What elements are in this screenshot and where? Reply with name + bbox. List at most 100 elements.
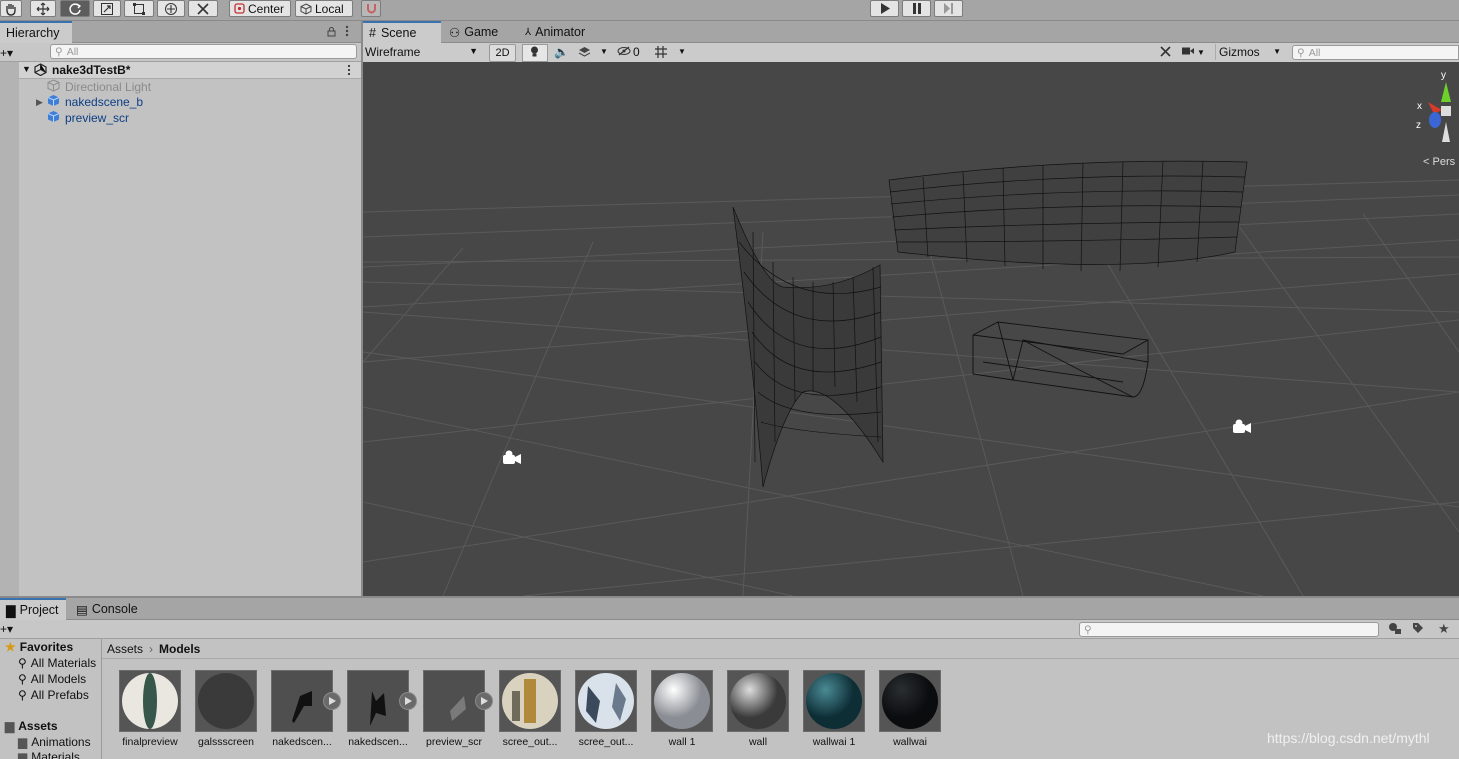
hierarchy-item-directional-light[interactable]: Directional Light bbox=[47, 79, 151, 95]
projection-label[interactable]: < Pers bbox=[1423, 156, 1455, 168]
asset-tile[interactable]: galssscreen bbox=[195, 670, 257, 748]
filter-type-icon[interactable] bbox=[1388, 622, 1402, 638]
asset-tile[interactable]: preview_scr bbox=[423, 670, 493, 748]
step-icon bbox=[944, 3, 953, 14]
rect-tool-button[interactable] bbox=[124, 0, 154, 17]
rotate-tool-button[interactable] bbox=[60, 0, 90, 17]
breadcrumb-models[interactable]: Models bbox=[159, 642, 200, 656]
axis-z-label: z bbox=[1416, 120, 1421, 131]
create-plus-icon[interactable]: +▾ bbox=[0, 622, 13, 636]
breadcrumb-assets[interactable]: Assets bbox=[107, 642, 143, 656]
project-search-input[interactable]: ⚲ bbox=[1079, 622, 1379, 637]
scene-menu-icon[interactable] bbox=[347, 64, 351, 79]
scale-tool-button[interactable] bbox=[93, 0, 121, 17]
asset-tile[interactable]: scree_out... bbox=[575, 670, 637, 748]
draw-mode-dropdown[interactable]: Wireframe ▼ bbox=[365, 44, 482, 60]
grid-toggle[interactable] bbox=[652, 44, 672, 60]
lock-icon[interactable] bbox=[327, 26, 336, 40]
asset-tile[interactable]: nakedscen... bbox=[271, 670, 341, 748]
tab-scene[interactable]: # Scene bbox=[363, 21, 441, 43]
custom-tool-button[interactable] bbox=[188, 0, 218, 17]
asset-tile[interactable]: nakedscen... bbox=[347, 670, 417, 748]
asset-thumbnail bbox=[575, 670, 637, 732]
folder-item-materials[interactable]: ▆ Materials bbox=[18, 750, 80, 759]
transform-tool-button[interactable] bbox=[157, 0, 185, 17]
favorite-item-all-models[interactable]: ⚲ All Models bbox=[18, 672, 86, 686]
favorite-label: All Prefabs bbox=[30, 688, 89, 702]
folder-label: Materials bbox=[31, 750, 80, 759]
expand-model-icon[interactable] bbox=[399, 692, 417, 710]
rotate-icon bbox=[69, 2, 82, 15]
hidden-objects-toggle[interactable]: 0 bbox=[617, 44, 649, 60]
tab-console-label: Console bbox=[91, 602, 138, 616]
orientation-gizmo[interactable]: y x z bbox=[1416, 70, 1459, 145]
pivot-center-toggle[interactable]: Center bbox=[229, 0, 291, 17]
label-tag-icon[interactable] bbox=[1412, 622, 1424, 637]
favorite-item-all-prefabs[interactable]: ⚲ All Prefabs bbox=[18, 688, 89, 702]
hierarchy-item-preview-scr[interactable]: preview_scr bbox=[47, 110, 129, 126]
asset-tile[interactable]: wallwai bbox=[879, 670, 941, 748]
audio-toggle[interactable]: 🔈 bbox=[549, 44, 571, 60]
folder-item-animations[interactable]: ▆ Animations bbox=[18, 735, 91, 749]
asset-tile[interactable]: wall bbox=[727, 670, 789, 748]
asset-tile[interactable]: scree_out... bbox=[499, 670, 561, 748]
tab-animator[interactable]: ⅄ Animator bbox=[519, 21, 591, 43]
tab-animator-label: Animator bbox=[535, 25, 586, 39]
assets-root-folder[interactable]: ▆ Assets bbox=[5, 719, 58, 733]
scene-search-placeholder: All bbox=[1308, 46, 1321, 59]
toggle-2d-button[interactable]: 2D bbox=[489, 44, 516, 62]
search-icon: ⚲ bbox=[18, 656, 27, 670]
scene-search-input[interactable]: ⚲ All bbox=[1292, 45, 1459, 60]
play-button[interactable] bbox=[870, 0, 899, 17]
tools-toggle[interactable] bbox=[1155, 44, 1177, 60]
hierarchy-search-input[interactable]: ⚲ All bbox=[50, 44, 357, 59]
expand-model-icon[interactable] bbox=[475, 692, 493, 710]
scene-viewport[interactable]: y x z < Pers bbox=[363, 62, 1459, 596]
scene-header-row[interactable]: ▼ nake3dTestB* bbox=[19, 62, 361, 79]
tools-icon bbox=[197, 2, 209, 15]
favorites-header[interactable]: ★ Favorites bbox=[5, 640, 73, 654]
expand-arrow-icon[interactable]: ▼ bbox=[22, 64, 31, 74]
hierarchy-item-nakedscene-b[interactable]: ▶ nakedscene_b bbox=[36, 94, 143, 110]
magnet-icon bbox=[366, 4, 376, 14]
asset-thumbnail bbox=[727, 670, 789, 732]
hand-tool-button[interactable] bbox=[0, 0, 22, 17]
expand-model-icon[interactable] bbox=[323, 692, 341, 710]
asset-thumbnail bbox=[651, 670, 713, 732]
project-toolbar: +▾ ⚲ ★ bbox=[0, 620, 1459, 639]
tab-project[interactable]: ▇ Project bbox=[0, 598, 66, 620]
move-arrows-icon bbox=[36, 2, 50, 15]
main-toolbar: Center Local bbox=[0, 0, 1459, 21]
create-plus-icon[interactable]: +▾ bbox=[0, 46, 13, 60]
asset-label: scree_out... bbox=[578, 736, 634, 748]
pivot-space-toggle[interactable]: Local bbox=[295, 0, 353, 17]
asset-label: galssscreen bbox=[197, 736, 255, 748]
grid-dropdown-arrow-icon[interactable]: ▼ bbox=[678, 47, 686, 56]
hierarchy-item-label: Directional Light bbox=[65, 80, 152, 94]
effects-dropdown-arrow-icon[interactable]: ▼ bbox=[600, 47, 608, 56]
asset-tile[interactable]: wallwai 1 bbox=[803, 670, 865, 748]
unity-logo-icon bbox=[34, 63, 47, 79]
asset-label: wall bbox=[748, 736, 768, 748]
favorite-item-all-materials[interactable]: ⚲ All Materials bbox=[18, 656, 96, 670]
snap-button[interactable] bbox=[361, 0, 381, 17]
step-button[interactable] bbox=[934, 0, 963, 17]
asset-thumbnail bbox=[879, 670, 941, 732]
asset-tile[interactable]: wall 1 bbox=[651, 670, 713, 748]
camera-settings-button[interactable]: ▼ bbox=[1181, 44, 1213, 60]
tab-console[interactable]: ▤ Console bbox=[70, 598, 144, 620]
gizmos-dropdown[interactable]: Gizmos ▼ bbox=[1215, 44, 1283, 60]
pause-button[interactable] bbox=[902, 0, 931, 17]
move-tool-button[interactable] bbox=[30, 0, 56, 17]
lighting-toggle[interactable] bbox=[522, 44, 548, 62]
tab-game[interactable]: ⚇ Game bbox=[443, 21, 504, 43]
axis-x-label: x bbox=[1417, 101, 1422, 112]
panel-menu-icon[interactable] bbox=[345, 25, 349, 40]
favorite-star-icon[interactable]: ★ bbox=[1438, 621, 1450, 637]
collapsed-arrow-icon[interactable]: ▶ bbox=[36, 97, 47, 108]
asset-tile[interactable]: finalpreview bbox=[119, 670, 181, 748]
search-icon: ⚲ bbox=[55, 45, 63, 58]
tab-hierarchy[interactable]: Hierarchy bbox=[0, 21, 72, 43]
pivot-icon bbox=[234, 3, 245, 14]
effects-toggle[interactable] bbox=[574, 44, 596, 60]
